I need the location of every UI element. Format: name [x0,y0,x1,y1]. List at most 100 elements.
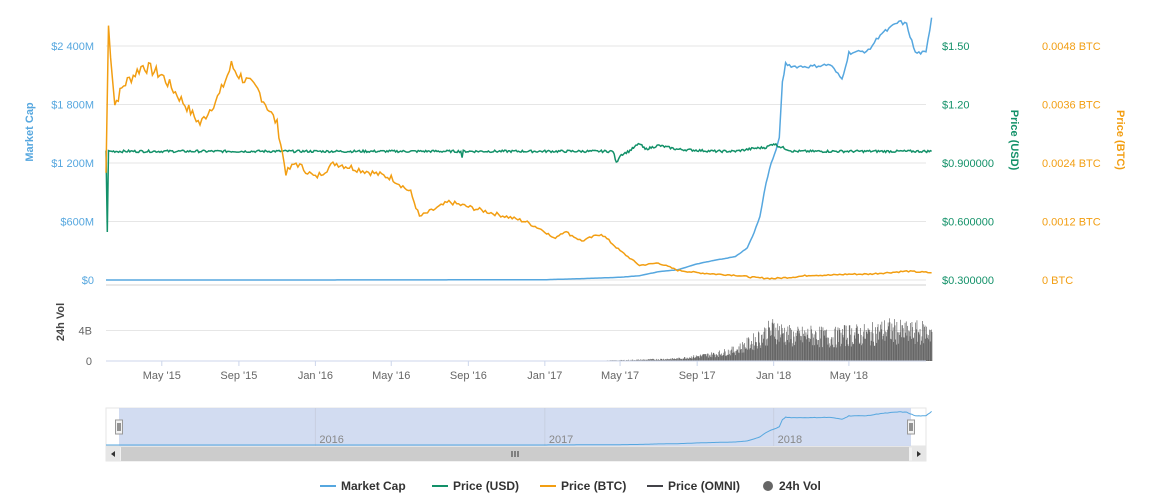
navigator-left-handle[interactable] [115,419,123,435]
x-tick-label: May '15 [143,370,181,382]
volume-bar [820,330,822,361]
legend-item[interactable]: Price (BTC) [540,479,626,493]
legend-item[interactable]: 24h Vol [763,479,821,493]
legend-item[interactable]: Price (USD) [432,479,519,493]
volume-bar [752,349,753,361]
volume-bar [726,355,728,361]
navigator[interactable]: 2016 2017 2018 [105,407,932,447]
volume-bar [765,328,767,361]
volume-bar [884,320,885,361]
volume-bar [746,348,747,361]
volume-bar [744,347,746,361]
volume-bar [759,342,760,361]
volume-bar [796,336,797,361]
volume-bar [907,325,908,361]
volume-bar [713,353,715,361]
volume-bar [737,349,738,361]
axis-tick-label: $1 800M [51,100,94,112]
volume-bar [730,355,732,361]
volume-bar [912,338,914,361]
volume-bar [733,352,735,361]
volume-bar [823,330,824,361]
volume-bar [788,342,790,361]
volume-bar [748,338,750,361]
volume-bar [907,340,909,361]
volume-bar [816,344,818,361]
volume-bar [714,354,716,361]
volume-bar [761,334,763,361]
volume-bar [875,333,877,361]
volume-bar [755,342,757,361]
volume-bar [793,336,795,361]
volume-bar [913,337,915,361]
volume-bar [690,356,692,361]
volume-bar [911,338,912,361]
volume-bar [905,332,906,361]
volume-bar [869,332,871,361]
volume-bar [721,353,722,361]
volume-bar [731,346,733,361]
volume-bar [806,339,807,361]
double-bar-icon[interactable] [115,419,123,435]
volume-bar [904,337,905,361]
legend-item[interactable]: Market Cap [320,479,406,493]
volume-bar [852,344,854,361]
volume-bar [775,327,777,361]
volume-bar [877,324,879,361]
volume-bar [880,324,881,361]
volume-bar [695,357,696,361]
volume-bar [778,341,780,361]
volume-bar [712,352,714,361]
volume-bar [842,329,843,361]
volume-bar [927,335,929,361]
volume-bar [766,345,768,361]
navigator-right-handle[interactable] [907,419,915,435]
volume-bar [753,333,754,361]
filled-circle-icon [763,481,773,491]
axis-tick-label: 0 [86,356,92,368]
volume-bar [785,344,787,361]
volume-bar [781,324,782,361]
x-tick-label: May '18 [830,370,868,382]
volume-bar [892,327,894,361]
volume-bar [893,342,895,361]
volume-bar [850,346,852,361]
volume-bar [830,345,831,361]
volume-bar [825,330,826,361]
volume-bar [708,357,710,361]
market-cap-axis-title: Market Cap [24,102,36,162]
x-tick-label: Jan '17 [527,370,562,382]
volume-bar [867,328,869,361]
volume-bar [767,338,769,361]
volume-bar [912,327,913,361]
volume-bar [926,334,928,361]
volume-bar [847,337,848,361]
volume-bar [800,335,801,361]
volume-bar [859,342,861,361]
volume-axis-ticks: 0 4B [79,326,92,369]
volume-bar [811,333,813,361]
volume-bar [735,355,737,361]
volume-bar [696,356,698,361]
volume-bar [917,331,919,361]
volume-bar [877,327,878,361]
volume-bar [769,335,771,361]
volume-bar [821,347,823,361]
legend-label: Price (OMNI) [668,479,740,493]
volume-bar [741,349,742,361]
scrollbar[interactable] [105,446,927,462]
volume-bar [796,330,798,361]
volume-bar [754,345,755,361]
volume-bar [916,329,917,361]
volume-bar [689,357,690,361]
volume-bar [853,343,854,361]
volume-bar [753,350,755,361]
axis-tick-label: 0.0024 BTC [1042,158,1101,170]
volume-bar [751,341,752,361]
volume-bar [888,326,890,361]
legend-item[interactable]: Price (OMNI) [647,479,740,493]
volume-bar [860,335,862,361]
volume-bar [855,328,857,361]
volume-bar [883,333,885,361]
double-bar-icon[interactable] [907,419,915,435]
